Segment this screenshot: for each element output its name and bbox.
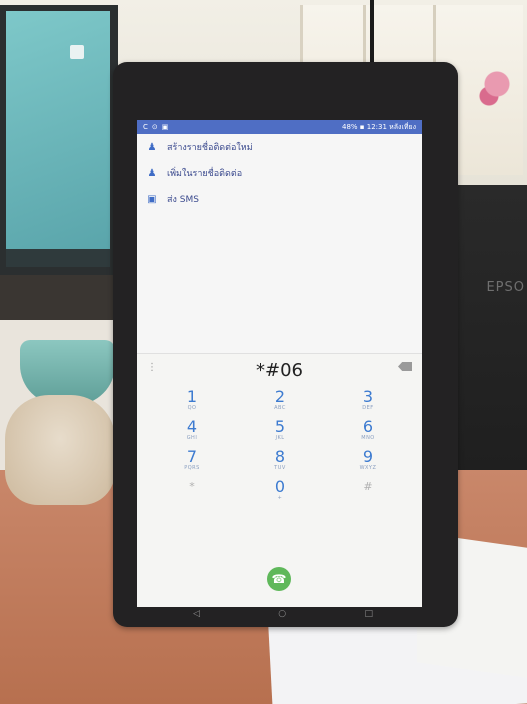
- dialer-suggestions: ♟ สร้างรายชื่อติดต่อใหม่ ♟ เพิ่มในรายชื่…: [137, 134, 422, 212]
- status-icon: ⊙: [151, 123, 158, 131]
- status-battery-time: 48% ▪ 12:31 หลังเที่ยง: [342, 122, 416, 131]
- desktop-icon: [70, 45, 84, 59]
- monitor-taskbar: [6, 249, 110, 267]
- number-display-row: ⋮ *#06: [137, 353, 422, 384]
- key-2[interactable]: 2 ABC: [255, 389, 305, 419]
- send-sms-item[interactable]: ▣ ส่ง SMS: [137, 186, 422, 212]
- basket: [5, 395, 115, 505]
- tablet-screen: C ⊙ ▣ 48% ▪ 12:31 หลังเที่ยง ♟ สร้างรายช…: [137, 120, 422, 607]
- key-6[interactable]: 6 MNO: [343, 419, 393, 449]
- back-icon[interactable]: ◁: [193, 609, 200, 625]
- dialed-number[interactable]: *#06: [137, 360, 422, 381]
- monitor: [0, 5, 118, 275]
- key-star[interactable]: *: [167, 479, 217, 509]
- key-0[interactable]: 0 +: [255, 479, 305, 509]
- key-8[interactable]: 8 TUV: [255, 449, 305, 479]
- key-hash[interactable]: #: [343, 479, 393, 509]
- status-icon: C: [143, 123, 148, 131]
- menu-item-label: สร้างรายชื่อติดต่อใหม่: [167, 143, 253, 153]
- phone-icon: ☎: [271, 572, 287, 586]
- person-add-icon: ♟: [147, 141, 157, 153]
- key-9[interactable]: 9 WXYZ: [343, 449, 393, 479]
- key-4[interactable]: 4 GHI: [167, 419, 217, 449]
- add-to-contact-item[interactable]: ♟ เพิ่มในรายชื่อติดต่อ: [137, 160, 422, 186]
- menu-item-label: ส่ง SMS: [167, 195, 199, 205]
- key-7[interactable]: 7 PQRS: [167, 449, 217, 479]
- printer-label: EPSO: [486, 280, 525, 295]
- photo-scene: EPSO C ⊙ ▣ 48% ▪ 12:31 หลังเที่ยง ♟ สร้า…: [0, 0, 527, 704]
- flowers: [477, 60, 517, 120]
- status-icon: ▣: [161, 123, 169, 131]
- menu-item-label: เพิ่มในรายชื่อติดต่อ: [167, 169, 243, 179]
- key-1[interactable]: 1 QO: [167, 389, 217, 419]
- navigation-bar: ◁ ○ □: [193, 609, 373, 625]
- person-add-icon: ♟: [147, 167, 157, 179]
- call-button[interactable]: ☎: [267, 567, 291, 591]
- key-5[interactable]: 5 JKL: [255, 419, 305, 449]
- message-icon: ▣: [147, 193, 157, 205]
- key-3[interactable]: 3 DEF: [343, 389, 393, 419]
- monitor-stand: [0, 275, 118, 320]
- dialpad-area: ⋮ *#06 1 QO 2 ABC 3 DEF 4 GHI 5 JKL 6 MNO 7 PQR…: [137, 353, 422, 607]
- tablet: C ⊙ ▣ 48% ▪ 12:31 หลังเที่ยง ♟ สร้างรายช…: [113, 62, 458, 627]
- home-icon[interactable]: ○: [278, 609, 286, 625]
- status-icons: C ⊙ ▣: [143, 123, 168, 131]
- status-bar: C ⊙ ▣ 48% ▪ 12:31 หลังเที่ยง: [137, 120, 422, 134]
- recents-icon[interactable]: □: [364, 609, 373, 625]
- create-contact-item[interactable]: ♟ สร้างรายชื่อติดต่อใหม่: [137, 134, 422, 160]
- monitor-screen: [6, 11, 110, 249]
